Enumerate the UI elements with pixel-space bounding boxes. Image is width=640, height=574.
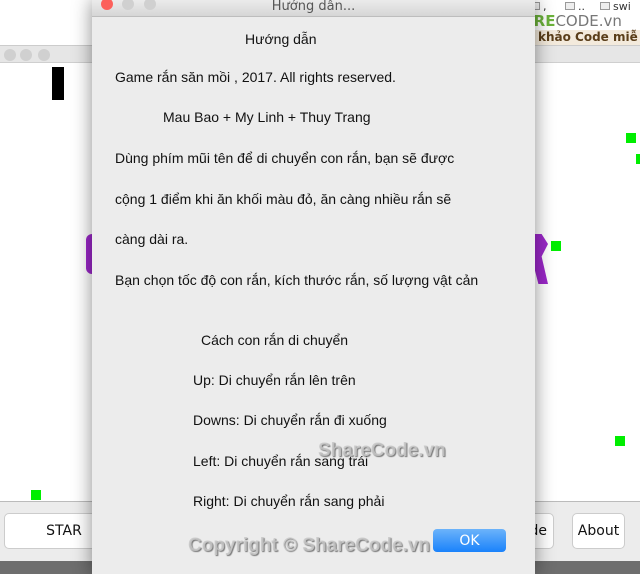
food-block <box>31 490 41 500</box>
zoom-button[interactable] <box>38 49 50 61</box>
ok-button[interactable]: OK <box>433 529 506 552</box>
dialog-title: Hướng dẫn... <box>271 0 356 14</box>
about-button[interactable]: About <box>572 513 625 549</box>
help-line: càng dài ra. <box>115 231 189 247</box>
help-dialog: Hướng dẫn... Hướng dẫn Game rắn săn mồi … <box>92 0 535 574</box>
minimize-button[interactable] <box>122 0 134 10</box>
dialog-title-bar: Hướng dẫn... <box>92 0 535 17</box>
close-button[interactable] <box>101 0 113 10</box>
help-line: Bạn chọn tốc độ con rắn, kích thước rắn,… <box>115 272 479 288</box>
watermark: Copyright © ShareCode.vn <box>188 535 431 556</box>
help-line: Mau Bao + My Linh + Thuy Trang <box>163 109 371 125</box>
help-heading: Hướng dẫn <box>245 31 317 47</box>
zoom-button[interactable] <box>144 0 156 10</box>
help-line: Right: Di chuyển rắn sang phải <box>193 493 385 509</box>
food-block <box>615 436 625 446</box>
site-nav[interactable]: khảo Code miễ <box>535 30 640 46</box>
minimize-button[interactable] <box>20 49 32 61</box>
close-button[interactable] <box>4 49 16 61</box>
help-line: Up: Di chuyển rắn lên trên <box>193 372 356 388</box>
help-subheading: Cách con rắn di chuyển <box>201 332 349 348</box>
food-block <box>636 154 640 164</box>
food-block <box>626 133 636 143</box>
help-line: Downs: Di chuyển rắn đi xuống <box>193 412 387 428</box>
watermark: ShareCode.vn <box>318 440 446 461</box>
food-block <box>551 241 561 251</box>
help-line: Game rắn săn mồi , 2017. All rights rese… <box>115 69 396 85</box>
snake-segment <box>52 67 64 100</box>
help-line: Dùng phím mũi tên để di chuyển con rắn, … <box>115 150 455 166</box>
help-line: cộng 1 điểm khi ăn khối màu đỏ, ăn càng … <box>115 191 452 207</box>
